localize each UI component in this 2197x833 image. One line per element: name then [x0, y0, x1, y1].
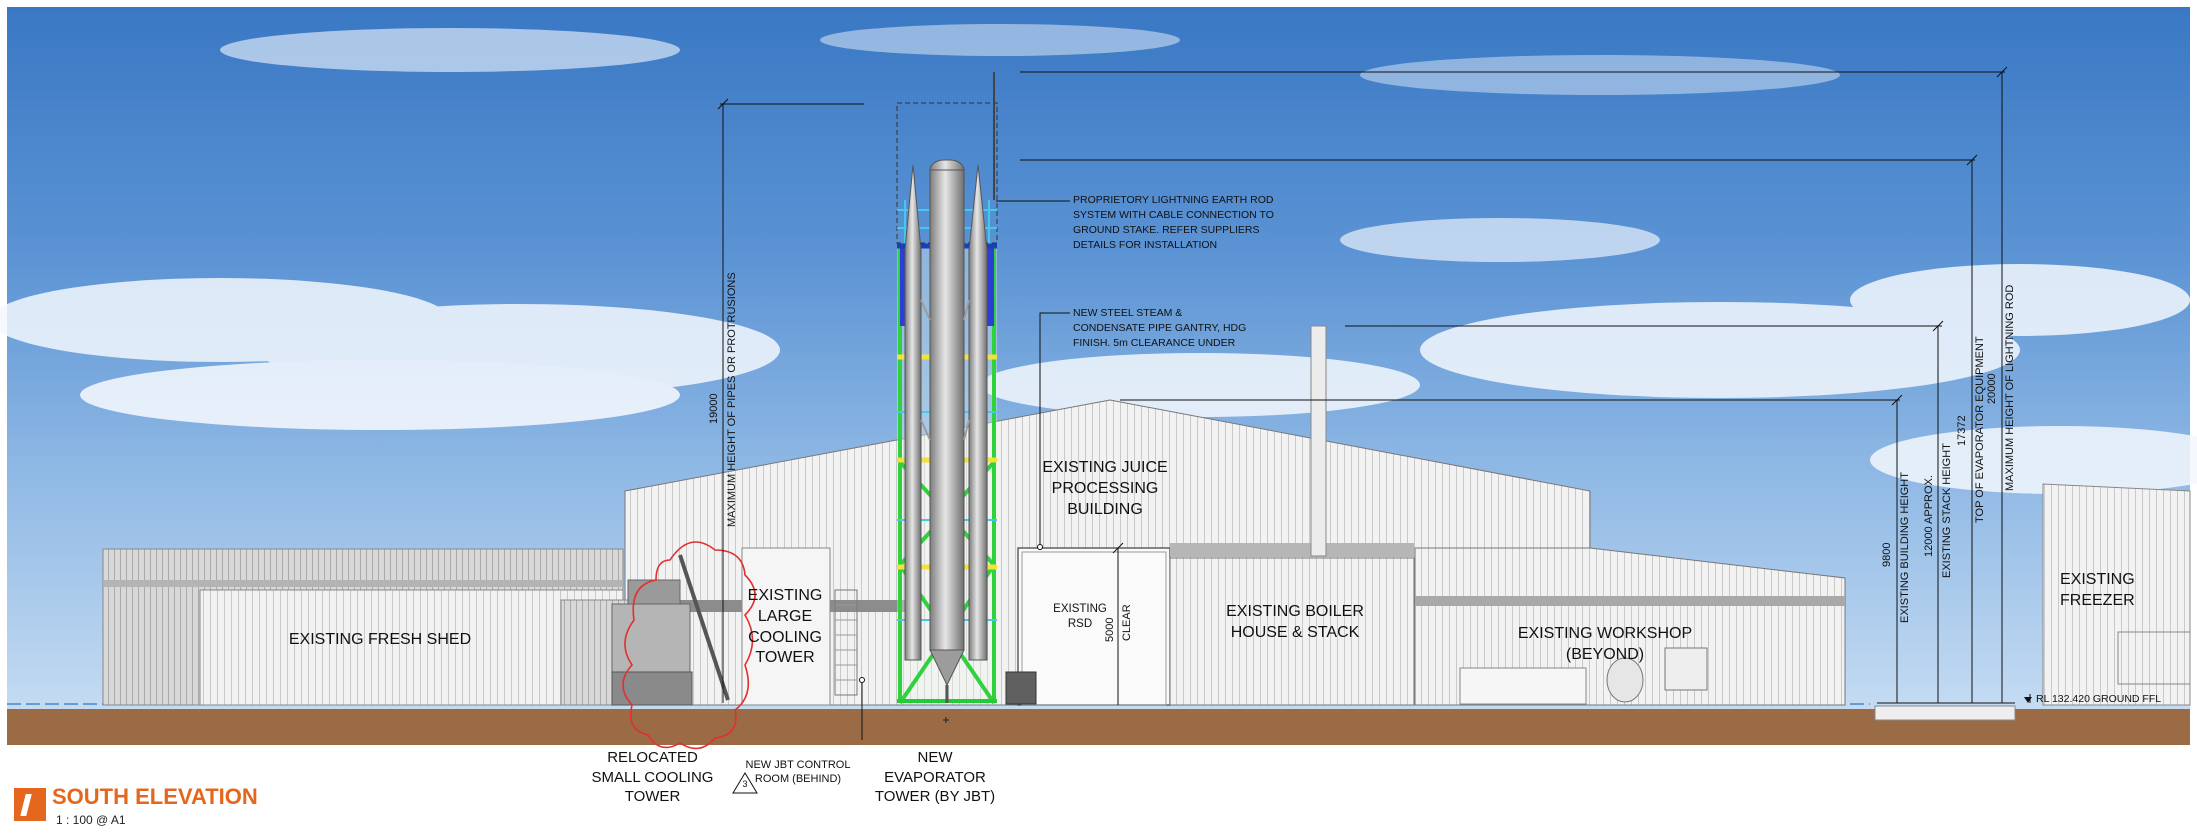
- steam-gantry-note: NEW STEEL STEAM & CONDENSATE PIPE GANTRY…: [1073, 307, 1247, 349]
- workshop-label: EXISTING WORKSHOP (BEYOND): [1517, 625, 1693, 663]
- stack-height-label: EXISTING STACK HEIGHT: [1941, 443, 1953, 578]
- lightning-label: MAXIMUM HEIGHT OF LIGHTNING ROD: [2004, 284, 2016, 491]
- freezer-label: EXISTING FREEZER: [2060, 571, 2135, 609]
- boiler-house-label: EXISTING BOILER HOUSE & STACK: [1226, 603, 1364, 641]
- ground: [7, 709, 2190, 745]
- stack-height-value: 12000 APPROX.: [1923, 475, 1935, 557]
- max-protrusion-value: 19000: [708, 393, 720, 424]
- new-tower-note: NEW EVAPORATOR TOWER (BY JBT): [874, 749, 996, 805]
- drawing-title: SOUTH ELEVATION: [52, 784, 258, 809]
- ground-level-note: RL 132.420 GROUND FFL: [2036, 693, 2162, 705]
- drawing-scale: 1 : 100 @ A1: [56, 813, 126, 827]
- building-height-value: 9800: [1881, 542, 1893, 567]
- stack: [1310, 325, 1327, 557]
- rsd-label: EXISTING RSD: [1053, 603, 1107, 630]
- relocated-tower-note: RELOCATED SMALL COOLING TOWER: [591, 749, 714, 805]
- control-room-note: NEW JBT CONTROL ROOM (BEHIND): [745, 759, 851, 786]
- logo-mark: [14, 788, 46, 821]
- fresh-shed-label: EXISTING FRESH SHED: [288, 631, 472, 648]
- clearance-label: CLEAR: [1121, 604, 1133, 641]
- elevation-drawing: [0, 24, 2197, 794]
- evaporator-label: TOP OF EVAPORATOR EQUIPMENT: [1974, 336, 1986, 523]
- evaporator-value: 17372: [1956, 415, 1968, 446]
- control-room-tag: 3: [742, 779, 748, 789]
- max-protrusion-label: MAXIMUM HEIGHT OF PIPES OR PROTRUSIONS: [726, 272, 738, 527]
- juice-building-label: EXISTING JUICE PROCESSING BUILDING: [1042, 459, 1168, 518]
- clearance-value: 5000: [1104, 617, 1116, 642]
- large-cooling-tower-label: EXISTING LARGE COOLING TOWER: [747, 587, 823, 667]
- lightning-rod-note: PROPRIETORY LIGHTNING EARTH ROD SYSTEM W…: [1073, 194, 1274, 251]
- lightning-value: 20000: [1986, 373, 1998, 404]
- building-height-label: EXISTING BUILDING HEIGHT: [1899, 472, 1911, 623]
